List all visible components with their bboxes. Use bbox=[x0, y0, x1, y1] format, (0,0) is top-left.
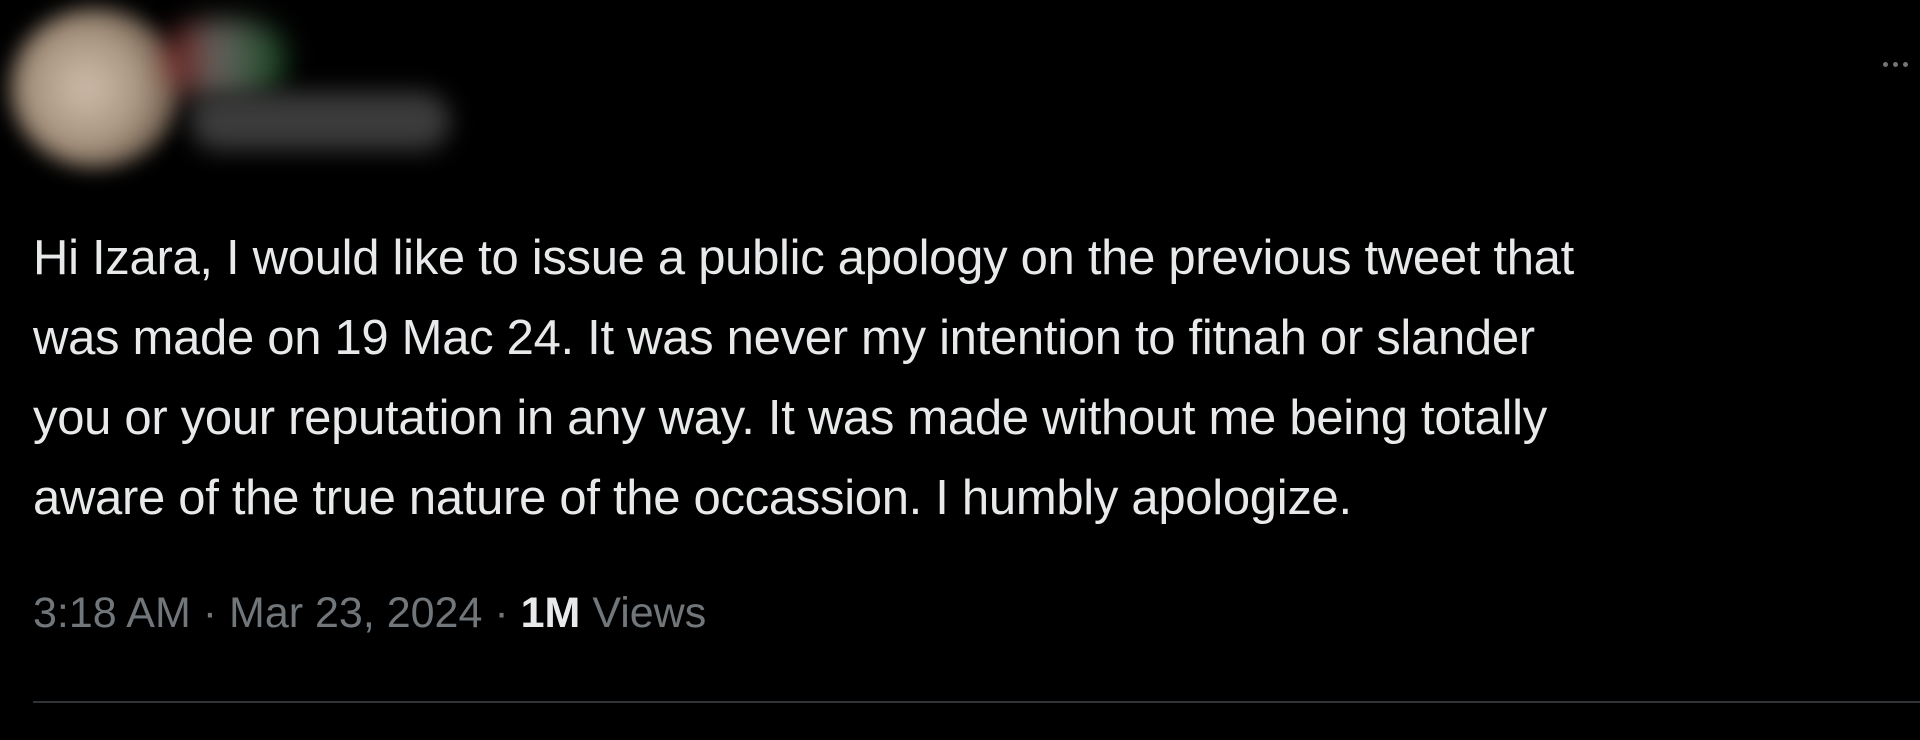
tweet: Hi Izara, I would like to issue a public… bbox=[0, 0, 1920, 740]
tweet-text-line: aware of the true nature of the occassio… bbox=[33, 471, 1352, 525]
tweet-text-line: was made on 19 Mac 24. It was never my i… bbox=[33, 311, 1535, 365]
more-options-button[interactable] bbox=[1848, 42, 1908, 86]
meta-separator: · bbox=[202, 589, 218, 637]
author-name-blurred[interactable] bbox=[190, 92, 450, 150]
tweet-date[interactable]: Mar 23, 2024 bbox=[229, 589, 482, 637]
divider bbox=[33, 701, 1920, 703]
tweet-time[interactable]: 3:18 AM bbox=[33, 589, 191, 637]
tweet-text: Hi Izara, I would like to issue a public… bbox=[33, 218, 1903, 538]
views-label[interactable]: Views bbox=[592, 589, 706, 637]
tweet-text-line: you or your reputation in any way. It wa… bbox=[33, 391, 1547, 445]
more-horizontal-icon bbox=[1883, 61, 1908, 67]
tweet-text-line: Hi Izara, I would like to issue a public… bbox=[33, 231, 1574, 285]
tweet-meta: 3:18 AM · Mar 23, 2024 · 1M Views bbox=[33, 583, 706, 643]
meta-separator: · bbox=[494, 589, 509, 637]
views-count[interactable]: 1M bbox=[521, 589, 581, 637]
avatar-flag-blur bbox=[165, 20, 285, 100]
avatar[interactable] bbox=[10, 8, 180, 168]
